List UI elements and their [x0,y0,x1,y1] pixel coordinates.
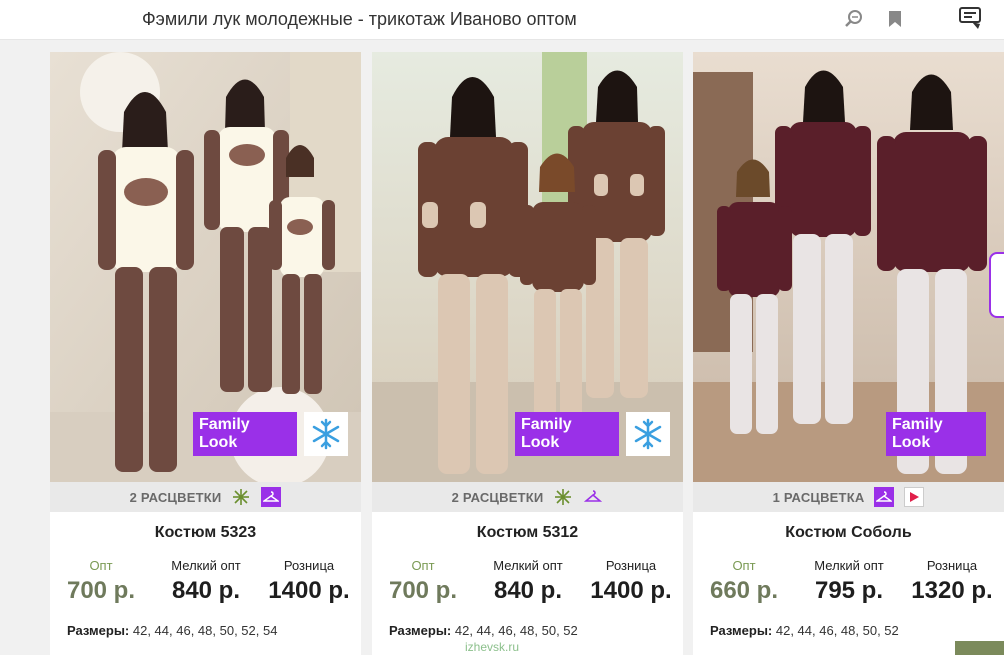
retail-price: 1320 р. [911,577,993,604]
small-opt-price: 795 р. [814,577,884,604]
retail-price: 1400 р. [268,577,350,604]
hanger-icon [874,487,895,507]
search-icon[interactable] [843,8,865,30]
retail-label: Розница [926,558,978,573]
snowflake-icon [304,412,348,456]
opt-label: Опт [89,558,113,573]
product-name[interactable]: Костюм Соболь [693,524,1004,542]
retail-label: Розница [283,558,335,573]
sizes-row: Размеры: 42, 44, 46, 48, 50, 52, 54 [67,623,277,638]
watermark: izhevsk.ru [465,640,520,654]
family-look-badge: Family Look [193,412,297,456]
product-grid: Family Look 2 РАСЦВЕТКИ Костюм 5323 Опт … [0,41,1004,655]
snowflake-icon [626,412,670,456]
family-look-badge: Family Look [515,412,619,456]
small-opt-price: 840 р. [171,577,241,604]
colors-count: 2 РАСЦВЕТКИ [129,489,222,505]
page-title: Фэмили лук молодежные - трикотаж Иваново… [142,9,577,29]
sizes-values: 42, 44, 46, 48, 50, 52, 54 [132,623,278,638]
sparkle-icon [553,487,573,507]
browser-toolbar: Фэмили лук молодежные - трикотаж Иваново… [0,0,1004,40]
sizes-row: Размеры: 42, 44, 46, 48, 50, 52 [389,623,578,638]
small-opt-label: Мелкий опт [171,558,241,573]
product-name[interactable]: Костюм 5312 [372,524,683,542]
video-play-icon[interactable] [904,487,925,507]
sparkle-icon [231,487,251,507]
opt-label: Опт [732,558,756,573]
sizes-label: Размеры: [389,623,452,638]
sizes-label: Размеры: [67,623,130,638]
product-card[interactable]: Family Look 2 РАСЦВЕТКИ Костюм 5323 Опт … [50,52,361,655]
family-look-badge: Family Look [886,412,986,456]
opt-price: 660 р. [709,577,779,604]
small-opt-price: 840 р. [493,577,563,604]
colors-count: 1 РАСЦВЕТКА [772,489,865,505]
product-card[interactable]: Family Look 1 РАСЦВЕТКА Костюм Соболь Оп… [693,52,1004,655]
product-card[interactable]: Family Look 2 РАСЦВЕТКИ Костюм 5312 Опт … [372,52,683,655]
retail-label: Розница [605,558,657,573]
colors-strip: 2 РАСЦВЕТКИ [372,482,683,512]
colors-strip: 1 РАСЦВЕТКА [693,482,1004,512]
hanger-icon [261,487,282,507]
hanger-icon [583,487,603,507]
opt-label: Опт [411,558,435,573]
opt-price: 700 р. [66,577,136,604]
retail-price: 1400 р. [590,577,672,604]
product-name[interactable]: Костюм 5323 [50,524,361,542]
scroll-up-button[interactable] [955,641,1004,655]
colors-count: 2 РАСЦВЕТКИ [451,489,544,505]
sizes-values: 42, 44, 46, 48, 50, 52 [775,623,899,638]
side-panel-tab[interactable] [989,252,1004,318]
bookmark-icon[interactable] [884,8,906,30]
small-opt-label: Мелкий опт [814,558,884,573]
sizes-values: 42, 44, 46, 48, 50, 52 [454,623,578,638]
small-opt-label: Мелкий опт [493,558,563,573]
sizes-row: Размеры: 42, 44, 46, 48, 50, 52 [710,623,899,638]
opt-price: 700 р. [388,577,458,604]
reader-mode-icon[interactable] [957,4,985,32]
colors-strip: 2 РАСЦВЕТКИ [50,482,361,512]
sizes-label: Размеры: [710,623,773,638]
